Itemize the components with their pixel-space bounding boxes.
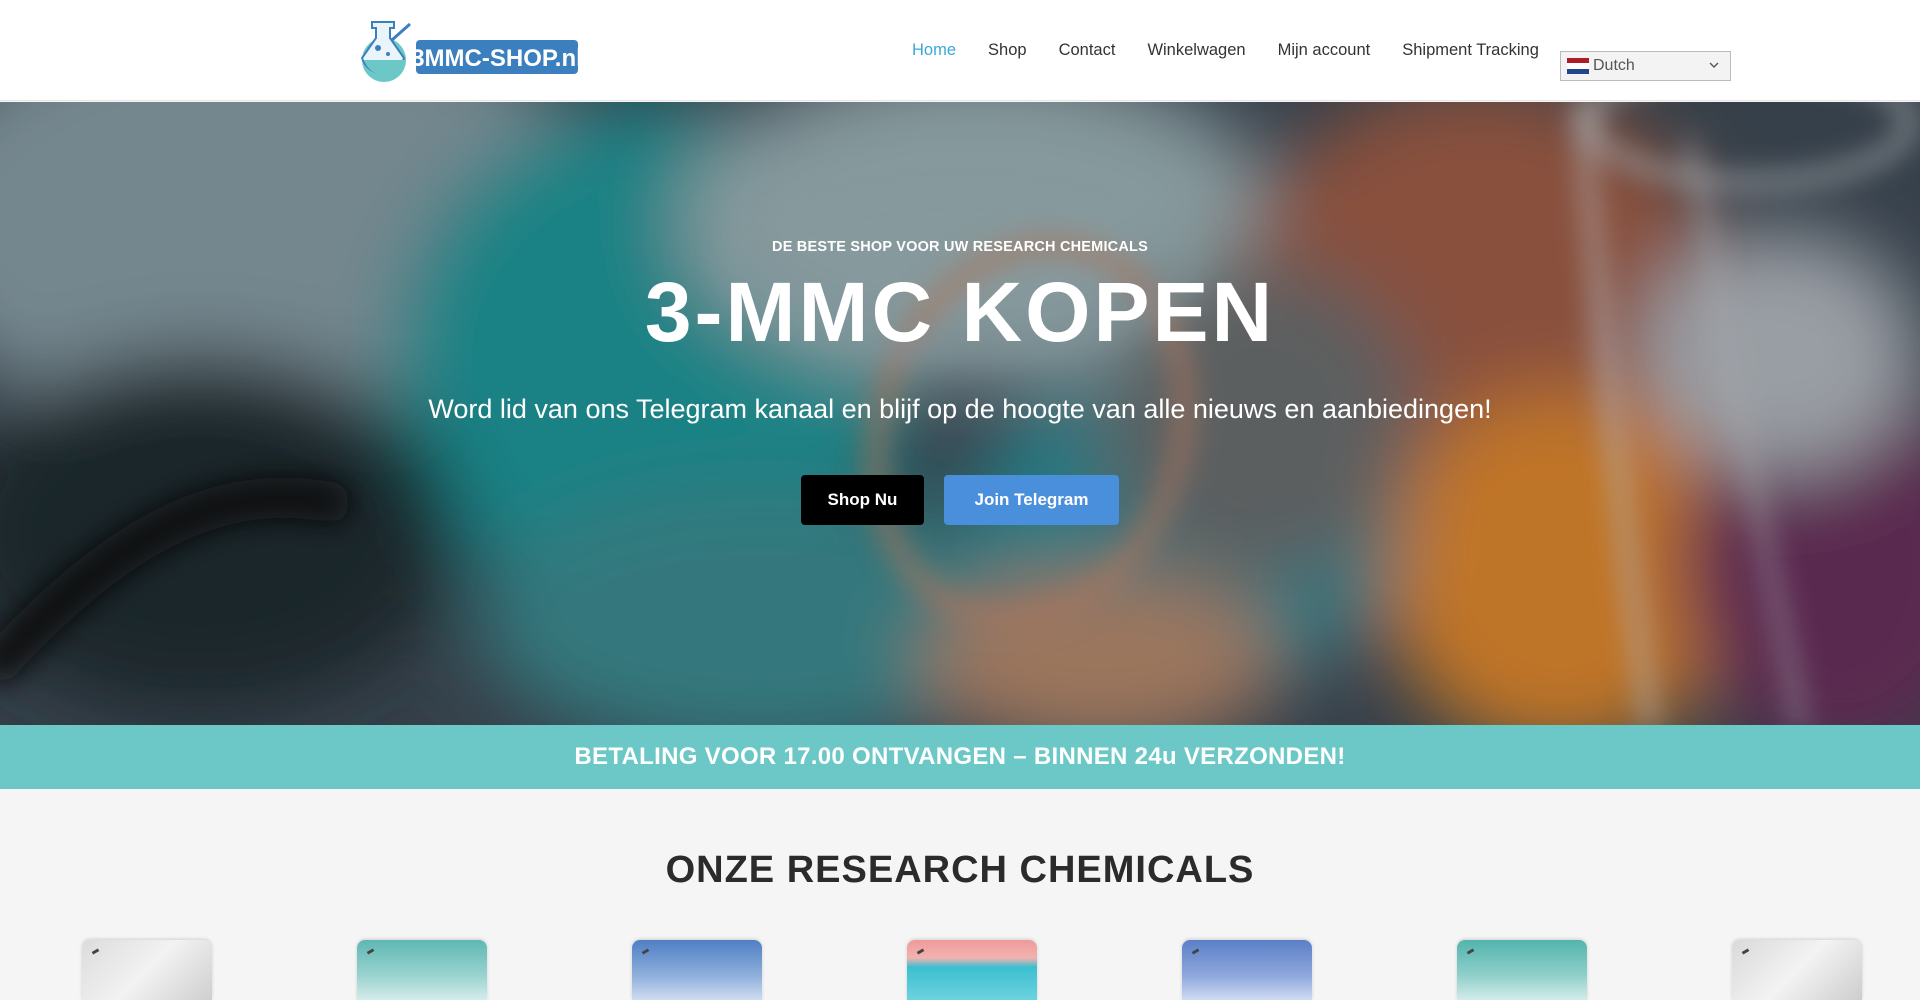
language-selector[interactable]: Dutch [1560, 51, 1731, 81]
site-logo[interactable]: 3MMC-SHOP.nl [358, 18, 583, 84]
chevron-down-icon [1709, 62, 1719, 68]
site-header: 3MMC-SHOP.nl Home Shop Contact Winkelwag… [0, 0, 1920, 101]
nl-flag-icon [1567, 58, 1589, 74]
product-image[interactable] [632, 940, 762, 1000]
nav-my-account[interactable]: Mijn account [1278, 38, 1371, 62]
nav-home[interactable]: Home [912, 38, 956, 62]
logo-text: 3MMC-SHOP.nl [411, 45, 580, 72]
hero-subtitle: Word lid van ons Telegram kanaal en blij… [428, 394, 1492, 424]
nav-contact[interactable]: Contact [1059, 38, 1116, 62]
nav-cart[interactable]: Winkelwagen [1147, 38, 1245, 62]
hero-section: DE BESTE SHOP VOOR UW RESEARCH CHEMICALS… [0, 102, 1920, 725]
nav-shipment-tracking[interactable]: Shipment Tracking [1402, 38, 1539, 62]
shop-now-button[interactable]: Shop Nu [801, 475, 924, 525]
nav-shop[interactable]: Shop [988, 38, 1027, 62]
product-image[interactable] [1457, 940, 1587, 1000]
language-label: Dutch [1593, 57, 1635, 74]
main-nav: Home Shop Contact Winkelwagen Mijn accou… [912, 38, 1539, 62]
hero-eyebrow: DE BESTE SHOP VOOR UW RESEARCH CHEMICALS [772, 239, 1148, 255]
product-image[interactable] [1182, 940, 1312, 1000]
shipping-banner: BETALING VOOR 17.00 ONTVANGEN – BINNEN 2… [0, 725, 1920, 789]
product-image[interactable] [907, 940, 1037, 1000]
hero-title: 3-MMC KOPEN [644, 265, 1276, 359]
product-grid [0, 940, 1920, 1000]
product-image[interactable] [357, 940, 487, 1000]
join-telegram-button[interactable]: Join Telegram [944, 475, 1119, 525]
product-image[interactable] [1732, 940, 1862, 1000]
product-image[interactable] [82, 940, 212, 1000]
products-section-title: ONZE RESEARCH CHEMICALS [665, 849, 1255, 891]
